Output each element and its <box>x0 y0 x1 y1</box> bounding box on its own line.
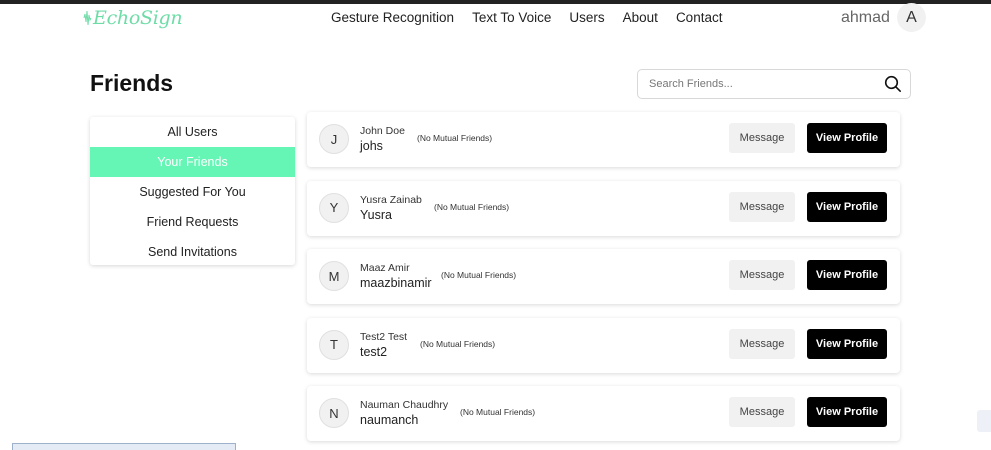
brand-logo[interactable]: EchoSign <box>83 6 183 30</box>
main-nav: Gesture Recognition Text To Voice Users … <box>331 10 722 25</box>
mutual-friends-count: (No Mutual Friends) <box>441 270 517 280</box>
friend-full-name: Yusra Zainab <box>360 193 422 206</box>
user-name: ahmad <box>841 8 890 26</box>
friend-card: M Maaz Amir maazbinamir (No Mutual Frien… <box>307 249 900 304</box>
page-title: Friends <box>90 70 174 96</box>
browser-download-bar[interactable] <box>12 443 236 450</box>
friend-card: T Test2 Test test2 (No Mutual Friends) M… <box>307 317 900 373</box>
friend-username: naumanch <box>360 413 419 427</box>
friend-username: johs <box>360 139 383 153</box>
mutual-friends-count: (No Mutual Friends) <box>420 338 496 349</box>
friend-card: N Nauman Chaudhry naumanch (No Mutual Fr… <box>307 386 900 441</box>
mutual-friends-count: (No Mutual Friends) <box>460 407 536 417</box>
sidebar-item-label: Your Friends <box>157 155 228 169</box>
friend-avatar: J <box>319 124 349 154</box>
nav-text-to-voice[interactable]: Text To Voice <box>472 10 551 25</box>
brand-name: EchoSign <box>93 7 183 29</box>
search-box <box>637 69 911 99</box>
friend-card: J John Doe johs (No Mutual Friends) Mess… <box>307 112 900 167</box>
message-button[interactable]: Message <box>729 397 795 427</box>
search-icon[interactable] <box>884 75 902 93</box>
friend-full-name: Nauman Chaudhry <box>360 399 449 411</box>
friend-full-name: Maaz Amir <box>360 262 410 274</box>
message-button[interactable]: Message <box>729 123 795 153</box>
friend-username: test2 <box>360 344 388 359</box>
friend-avatar: Y <box>319 192 349 223</box>
friend-username: Yusra <box>360 207 392 222</box>
nav-about[interactable]: About <box>623 10 658 25</box>
friend-avatar: T <box>319 329 349 360</box>
nav-gesture-recognition[interactable]: Gesture Recognition <box>331 10 454 25</box>
waveform-icon <box>83 10 92 26</box>
sidebar-item-suggested[interactable]: Suggested For You <box>90 177 295 207</box>
sidebar-item-send-invitations[interactable]: Send Invitations <box>90 237 295 267</box>
sidebar-item-label: All Users <box>167 125 218 139</box>
mutual-friends-count: (No Mutual Friends) <box>417 133 493 143</box>
mutual-friends-count: (No Mutual Friends) <box>434 201 510 212</box>
user-avatar[interactable]: A <box>896 3 926 32</box>
friends-sidebar: All Users Your Friends Suggested For You… <box>90 117 295 265</box>
sidebar-item-your-friends[interactable]: Your Friends <box>90 147 295 177</box>
sidebar-item-label: Send Invitations <box>148 245 237 259</box>
sidebar-item-friend-requests[interactable]: Friend Requests <box>90 207 295 237</box>
nav-contact[interactable]: Contact <box>676 10 723 25</box>
sidebar-item-label: Suggested For You <box>139 185 246 199</box>
message-button[interactable]: Message <box>729 191 795 222</box>
sidebar-item-label: Friend Requests <box>146 215 239 229</box>
message-button[interactable]: Message <box>729 328 795 359</box>
friend-full-name: Test2 Test <box>360 330 408 343</box>
view-profile-button[interactable]: View Profile <box>807 328 887 359</box>
search-input[interactable] <box>649 78 884 90</box>
friend-card: Y Yusra Zainab Yusra (No Mutual Friends)… <box>307 180 900 236</box>
friend-username: maazbinamir <box>360 276 432 290</box>
view-profile-button[interactable]: View Profile <box>807 397 887 427</box>
view-profile-button[interactable]: View Profile <box>807 260 887 290</box>
corner-widget[interactable] <box>977 410 991 432</box>
friends-list: J John Doe johs (No Mutual Friends) Mess… <box>307 112 900 450</box>
view-profile-button[interactable]: View Profile <box>807 123 887 153</box>
friend-avatar: N <box>319 398 349 428</box>
view-profile-button[interactable]: View Profile <box>807 191 887 222</box>
user-menu[interactable]: ahmad A <box>841 3 926 32</box>
sidebar-item-all-users[interactable]: All Users <box>90 117 295 147</box>
friend-full-name: John Doe <box>360 125 405 137</box>
nav-users[interactable]: Users <box>569 10 604 25</box>
friend-avatar: M <box>319 261 349 291</box>
message-button[interactable]: Message <box>729 260 795 290</box>
